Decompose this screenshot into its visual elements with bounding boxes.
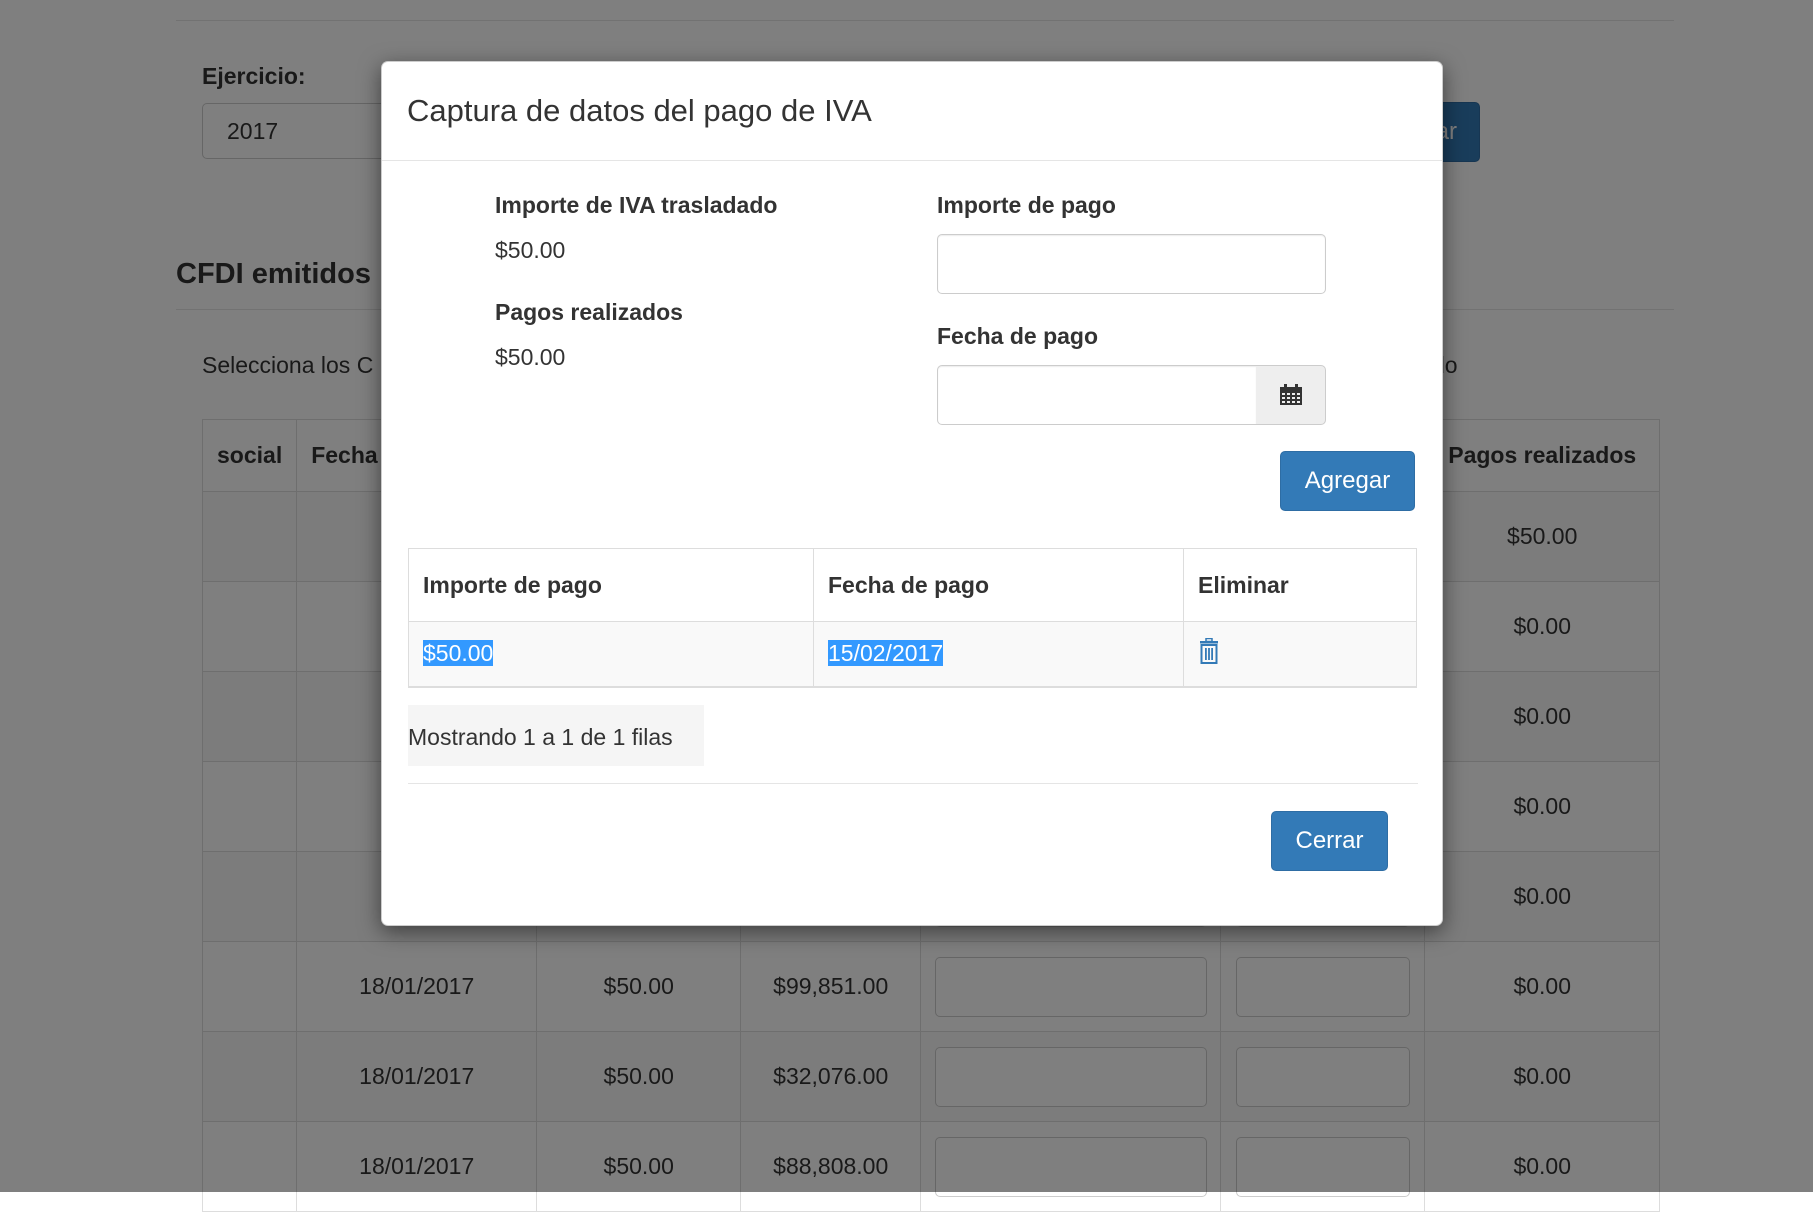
payment-capture-modal: Captura de datos del pago de IVA Importe… [381,61,1443,926]
trash-icon[interactable] [1198,637,1220,670]
calendar-icon [1279,384,1302,405]
calendar-button[interactable] [1256,365,1326,425]
payments-table: Importe de pago Fecha de pago Eliminar $… [408,548,1417,688]
iva-label: Importe de IVA trasladado [495,192,778,218]
date-label: Fecha de pago [937,323,1099,349]
amount-input[interactable] [937,234,1326,294]
modal-header: Captura de datos del pago de IVA [382,62,1442,161]
payments-label: Pagos realizados [495,299,683,325]
close-button[interactable]: Cerrar [1271,811,1388,871]
column-header-date[interactable]: Fecha de pago [813,548,1184,622]
iva-value: $50.00 [495,237,566,263]
date-input[interactable] [937,365,1257,425]
add-button-label: Agregar [1304,467,1391,494]
table-header-row: Importe de pago Fecha de pago Eliminar [408,548,1417,622]
payments-value: $50.00 [495,344,566,370]
payment-amount: $50.00 [423,640,494,667]
column-header-delete[interactable]: Eliminar [1183,548,1417,622]
modal-title: Captura de datos del pago de IVA [407,93,872,128]
cell-date: 15/02/2017 [813,621,1184,688]
modal-footer-divider [408,783,1418,784]
column-header-amount[interactable]: Importe de pago [408,548,814,622]
cell-delete [1183,621,1417,688]
add-button[interactable]: Agregar [1280,451,1415,511]
cell-amount: $50.00 [408,621,814,688]
amount-label: Importe de pago [937,192,1116,218]
table-row: $50.00 15/02/2017 [408,621,1417,688]
payment-date: 15/02/2017 [828,640,944,667]
close-button-label: Cerrar [1295,827,1364,854]
pagination-info: Mostrando 1 a 1 de 1 filas [408,705,704,766]
